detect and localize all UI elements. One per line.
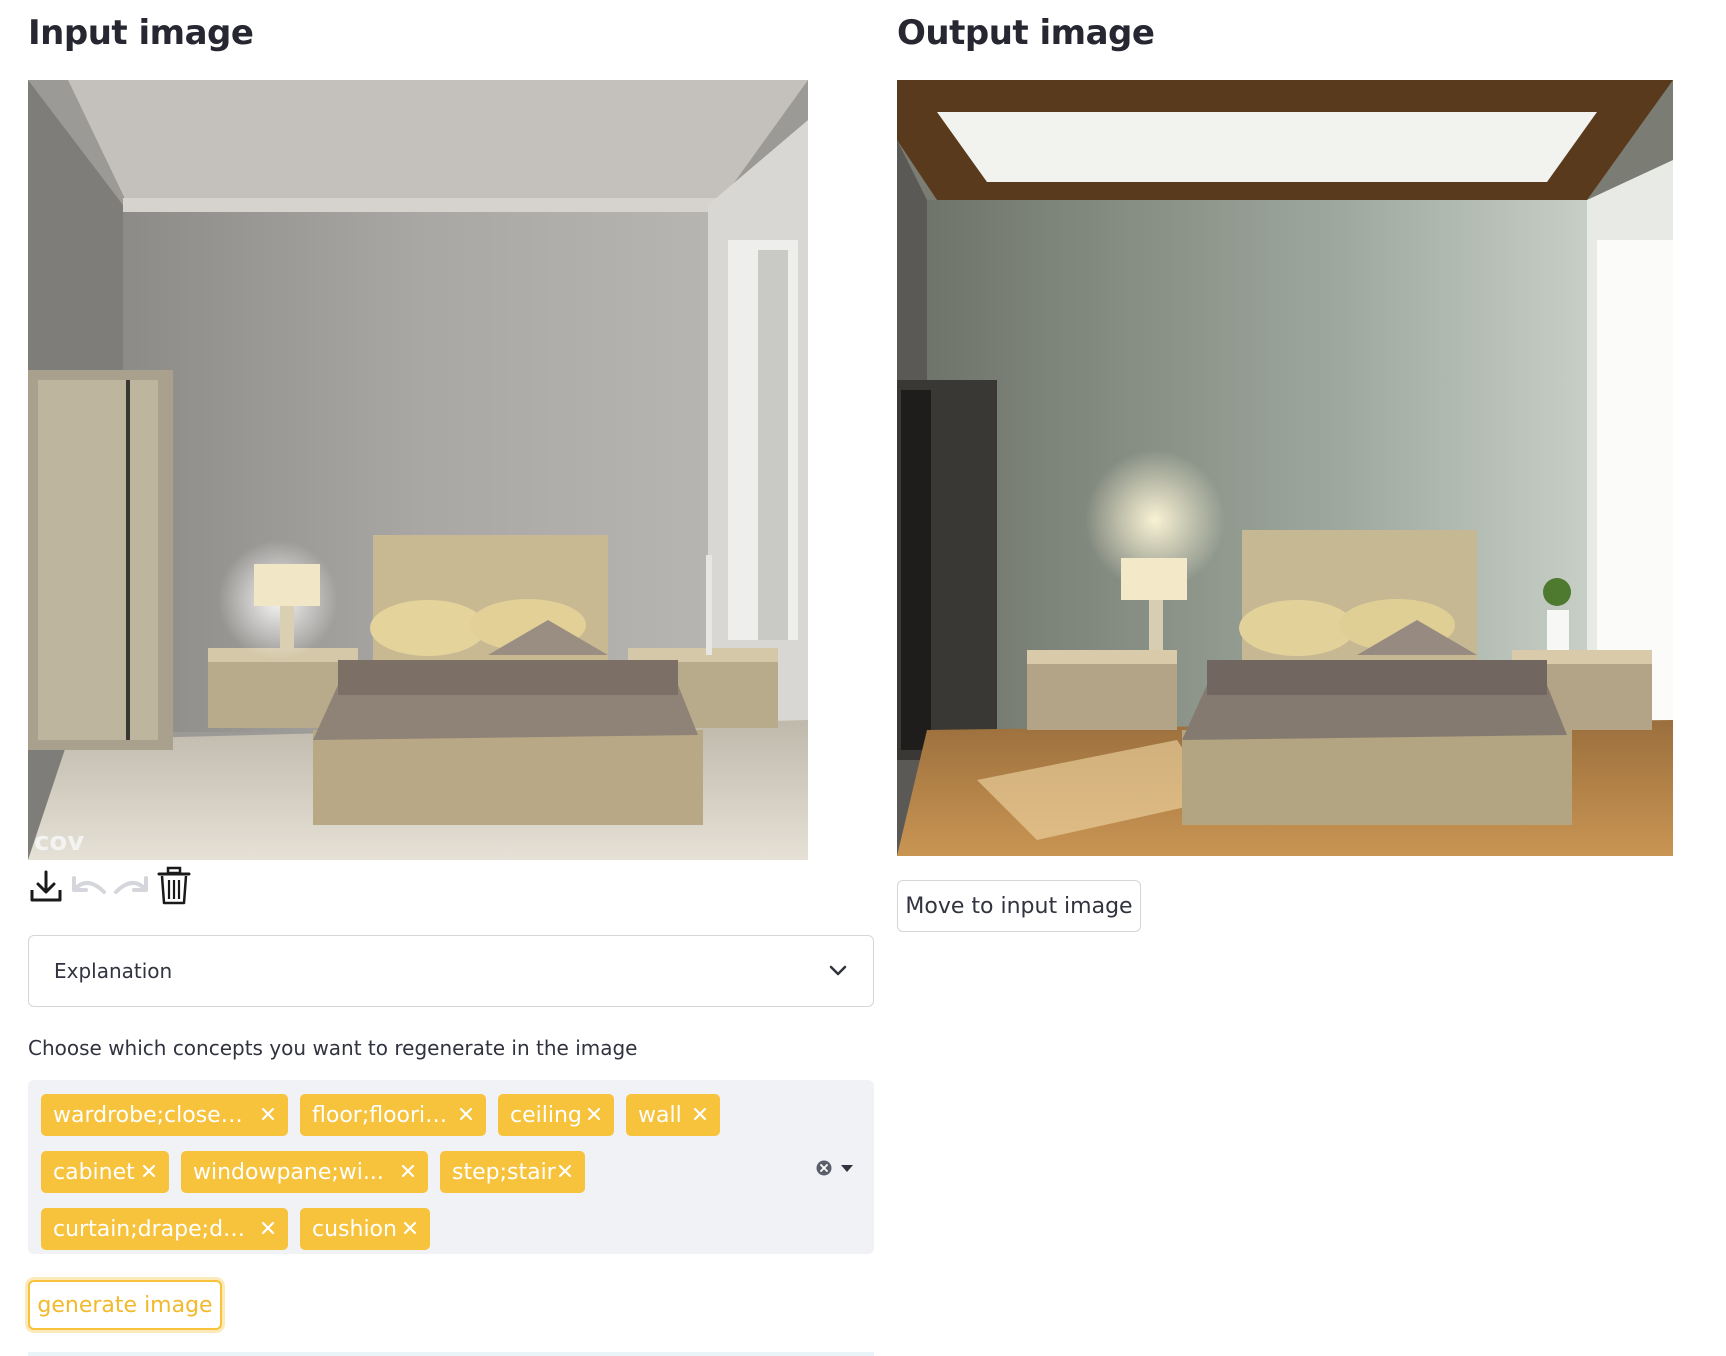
- output-image: [897, 80, 1673, 856]
- concept-chip: cabinet: [41, 1151, 169, 1193]
- redo-icon[interactable]: [112, 874, 150, 902]
- clear-all-icon[interactable]: [816, 1160, 832, 1176]
- move-to-input-button[interactable]: Move to input image: [897, 880, 1141, 932]
- close-icon[interactable]: [555, 1161, 575, 1181]
- download-icon[interactable]: [28, 868, 64, 904]
- close-icon[interactable]: [400, 1218, 420, 1238]
- close-icon[interactable]: [258, 1104, 278, 1124]
- concepts-label: Choose which concepts you want to regene…: [28, 1036, 638, 1060]
- close-icon[interactable]: [139, 1161, 159, 1181]
- divider: [28, 1352, 874, 1356]
- input-bedroom-picture: cov: [28, 80, 808, 860]
- concept-chip: wardrobe;closet;...: [41, 1094, 288, 1136]
- concept-chip: curtain;drape;dr...: [41, 1208, 288, 1250]
- chevron-down-icon: [829, 965, 847, 976]
- concept-chip: wall: [626, 1094, 720, 1136]
- generate-image-button[interactable]: generate image: [28, 1280, 222, 1330]
- output-bedroom-picture: [897, 80, 1673, 856]
- explanation-label: Explanation: [54, 959, 173, 983]
- close-icon[interactable]: [456, 1104, 476, 1124]
- concept-chip: floor;flooring: [300, 1094, 486, 1136]
- undo-icon[interactable]: [70, 874, 108, 902]
- concept-chip: cushion: [300, 1208, 430, 1250]
- output-image-title: Output image: [897, 13, 1155, 53]
- close-icon[interactable]: [398, 1161, 418, 1181]
- explanation-expander[interactable]: Explanation: [28, 935, 874, 1007]
- svg-text:cov: cov: [34, 827, 84, 857]
- close-icon[interactable]: [690, 1104, 710, 1124]
- trash-icon[interactable]: [157, 866, 191, 906]
- close-icon[interactable]: [258, 1218, 278, 1238]
- close-icon[interactable]: [584, 1104, 604, 1124]
- concept-chip: ceiling: [498, 1094, 614, 1136]
- caret-down-icon[interactable]: [840, 1160, 854, 1176]
- concept-chip: step;stair: [440, 1151, 585, 1193]
- input-image-title: Input image: [28, 13, 254, 53]
- concept-chip: windowpane;wi...: [181, 1151, 428, 1193]
- input-image[interactable]: cov: [28, 80, 808, 860]
